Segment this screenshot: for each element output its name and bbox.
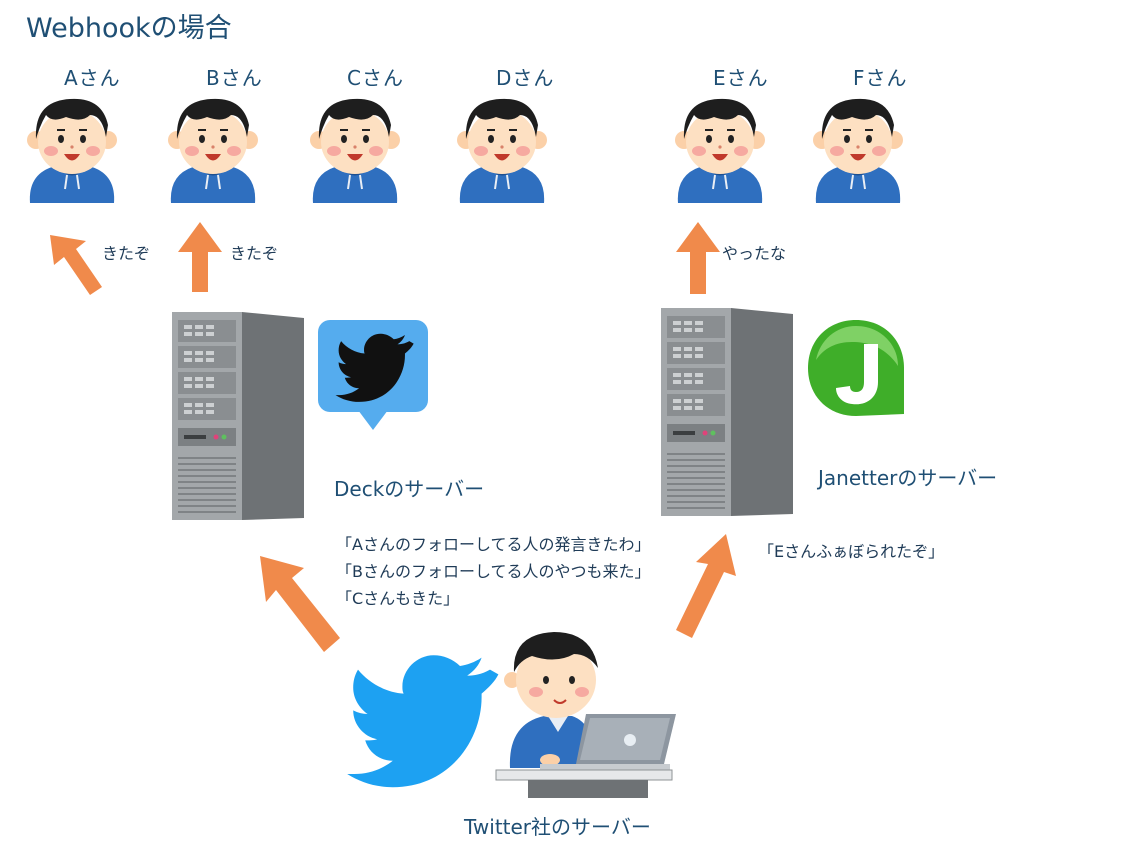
user-label-e: Eさん bbox=[713, 66, 769, 90]
twitter-server-label: Twitter社のサーバー bbox=[464, 815, 651, 839]
user-label-b: Bさん bbox=[206, 66, 263, 90]
user-avatar-a bbox=[25, 97, 119, 205]
user-avatar-d bbox=[455, 97, 549, 205]
user-avatar-e bbox=[673, 97, 767, 205]
page-title: Webhookの場合 bbox=[26, 13, 232, 44]
twitter-engineer-icon bbox=[495, 632, 676, 798]
deck-server-icon bbox=[171, 311, 305, 521]
arrow-twitter-to-janetter bbox=[676, 534, 736, 638]
arrow-label-e: やったな bbox=[722, 244, 787, 263]
user-avatar-c bbox=[308, 97, 402, 205]
janetter-server-label: Janetterのサーバー bbox=[818, 466, 998, 490]
janetter-logo-icon bbox=[808, 320, 904, 416]
deck-message-1: 「Aさんのフォローしてる人の発言きたわ」 bbox=[336, 535, 651, 554]
arrow-to-user-e bbox=[676, 222, 720, 294]
user-label-a: Aさん bbox=[64, 66, 121, 90]
user-label-d: Dさん bbox=[496, 66, 555, 90]
tweetdeck-logo-icon bbox=[318, 320, 428, 430]
arrow-to-user-b bbox=[178, 222, 222, 292]
user-label-f: Fさん bbox=[853, 66, 908, 90]
arrow-to-user-a bbox=[50, 235, 102, 295]
user-label-c: Cさん bbox=[347, 66, 404, 90]
janetter-message: 「Eさんふぁぼられたぞ」 bbox=[758, 542, 945, 561]
deck-message-3: 「Cさんもきた」 bbox=[336, 589, 460, 608]
janetter-server-icon bbox=[660, 307, 794, 517]
user-avatar-b bbox=[166, 97, 260, 205]
user-avatar-f bbox=[811, 97, 905, 205]
deck-message-2: 「Bさんのフォローしてる人のやつも来た」 bbox=[336, 562, 651, 581]
deck-server-label: Deckのサーバー bbox=[334, 477, 485, 501]
deck-message-list: 「Aさんのフォローしてる人の発言きたわ」 「Bさんのフォローしてる人のやつも来た… bbox=[336, 531, 651, 612]
arrow-label-b: きたぞ bbox=[230, 244, 279, 263]
arrow-label-a: きたぞ bbox=[102, 244, 151, 263]
arrow-twitter-to-deck bbox=[260, 556, 340, 652]
